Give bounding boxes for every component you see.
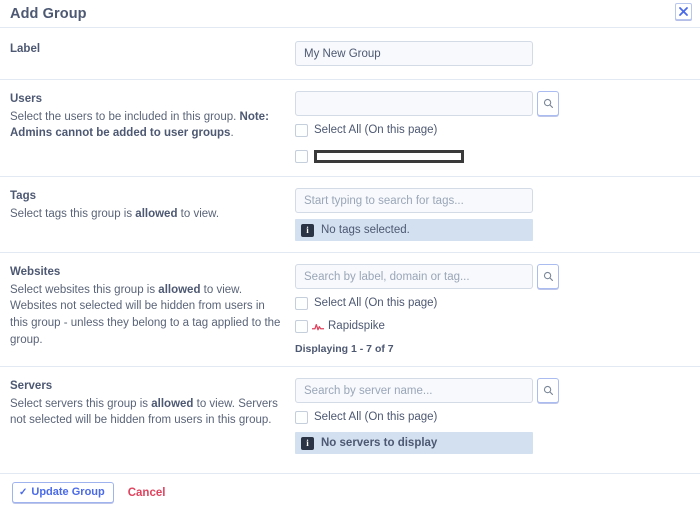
section-users: Users Select the users to be included in… bbox=[0, 80, 700, 177]
close-button[interactable] bbox=[675, 3, 692, 20]
section-websites-right: Select All (On this page) Rapidspike Dis… bbox=[295, 264, 690, 355]
section-label-left: Label bbox=[10, 41, 295, 66]
section-websites: Websites Select websites this group is a… bbox=[0, 253, 700, 367]
section-tags-desc: Select tags this group is allowed to vie… bbox=[10, 206, 281, 223]
section-users-left: Users Select the users to be included in… bbox=[10, 91, 295, 165]
website-item-checkbox[interactable] bbox=[295, 320, 308, 333]
section-tags-right: i No tags selected. bbox=[295, 188, 690, 241]
redacted-user-name bbox=[314, 150, 464, 163]
users-desc-part2: . bbox=[230, 127, 234, 140]
websites-desc-part1: Select websites this group is bbox=[10, 283, 159, 296]
servers-info-text: No servers to display bbox=[321, 437, 438, 449]
servers-search-input[interactable] bbox=[295, 378, 533, 403]
websites-desc-bold: allowed bbox=[158, 283, 201, 296]
update-group-label: Update Group bbox=[31, 486, 105, 498]
page-title: Add Group bbox=[10, 5, 87, 22]
websites-select-all-checkbox[interactable] bbox=[295, 297, 308, 310]
section-tags-title: Tags bbox=[10, 190, 36, 202]
users-desc-part1: Select the users to be included in this … bbox=[10, 110, 240, 123]
search-icon bbox=[543, 98, 553, 108]
servers-info-strip: i No servers to display bbox=[295, 432, 533, 454]
section-label-title: Label bbox=[10, 43, 41, 55]
servers-desc-bold: allowed bbox=[151, 397, 194, 410]
label-input-row bbox=[295, 41, 690, 66]
tags-desc-bold: allowed bbox=[135, 207, 178, 220]
close-icon bbox=[679, 7, 688, 16]
add-group-modal: Add Group Label Users Select the users t… bbox=[0, 0, 700, 511]
section-label: Label bbox=[0, 28, 700, 80]
rapidspike-favicon-icon bbox=[312, 321, 324, 333]
section-label-right bbox=[295, 41, 690, 66]
section-tags-left: Tags Select tags this group is allowed t… bbox=[10, 188, 295, 241]
section-servers-desc: Select servers this group is allowed to … bbox=[10, 396, 281, 429]
section-servers-left: Servers Select servers this group is all… bbox=[10, 378, 295, 454]
users-search-input[interactable] bbox=[295, 91, 533, 116]
info-icon: i bbox=[301, 436, 314, 450]
search-icon bbox=[543, 385, 553, 395]
modal-body: Label Users Select the users to be inclu… bbox=[0, 28, 700, 473]
users-select-all-row[interactable]: Select All (On this page) bbox=[295, 122, 690, 139]
users-search-row bbox=[295, 91, 690, 116]
servers-search-row bbox=[295, 378, 690, 403]
servers-select-all-row[interactable]: Select All (On this page) bbox=[295, 409, 690, 426]
users-list-item-row[interactable] bbox=[295, 148, 690, 165]
modal-header: Add Group bbox=[0, 0, 700, 28]
section-websites-left: Websites Select websites this group is a… bbox=[10, 264, 295, 355]
section-websites-desc: Select websites this group is allowed to… bbox=[10, 282, 281, 349]
website-item-label: Rapidspike bbox=[328, 319, 385, 332]
tags-info-text: No tags selected. bbox=[321, 224, 410, 236]
users-select-all-label: Select All (On this page) bbox=[314, 123, 438, 136]
section-servers-title: Servers bbox=[10, 380, 53, 392]
tags-info-strip: i No tags selected. bbox=[295, 219, 533, 241]
websites-list-item-row[interactable]: Rapidspike bbox=[295, 318, 690, 335]
modal-footer: ✓ Update Group Cancel bbox=[0, 473, 700, 511]
websites-search-button[interactable] bbox=[537, 264, 559, 289]
info-icon: i bbox=[301, 223, 314, 237]
check-icon: ✓ bbox=[19, 486, 28, 498]
section-users-right: Select All (On this page) bbox=[295, 91, 690, 165]
section-users-title: Users bbox=[10, 93, 42, 105]
users-select-all-checkbox[interactable] bbox=[295, 124, 308, 137]
section-servers: Servers Select servers this group is all… bbox=[0, 367, 700, 465]
servers-desc-part1: Select servers this group is bbox=[10, 397, 152, 410]
section-users-desc: Select the users to be included in this … bbox=[10, 109, 281, 142]
label-input[interactable] bbox=[295, 41, 533, 66]
users-item-checkbox[interactable] bbox=[295, 150, 308, 163]
tags-search-input[interactable] bbox=[295, 188, 533, 213]
websites-select-all-label: Select All (On this page) bbox=[314, 296, 438, 309]
section-servers-right: Select All (On this page) i No servers t… bbox=[295, 378, 690, 454]
websites-select-all-row[interactable]: Select All (On this page) bbox=[295, 295, 690, 312]
websites-search-input[interactable] bbox=[295, 264, 533, 289]
servers-select-all-label: Select All (On this page) bbox=[314, 410, 438, 423]
cancel-button[interactable]: Cancel bbox=[128, 487, 166, 499]
update-group-button[interactable]: ✓ Update Group bbox=[12, 482, 114, 503]
tags-desc-part2: to view. bbox=[177, 207, 220, 220]
tags-desc-part1: Select tags this group is bbox=[10, 207, 136, 220]
section-websites-title: Websites bbox=[10, 266, 61, 278]
servers-search-button[interactable] bbox=[537, 378, 559, 403]
servers-select-all-checkbox[interactable] bbox=[295, 411, 308, 424]
search-icon bbox=[543, 271, 553, 281]
websites-search-row bbox=[295, 264, 690, 289]
section-tags: Tags Select tags this group is allowed t… bbox=[0, 177, 700, 253]
users-search-button[interactable] bbox=[537, 91, 559, 116]
websites-displaying-count: Displaying 1 - 7 of 7 bbox=[295, 343, 394, 355]
